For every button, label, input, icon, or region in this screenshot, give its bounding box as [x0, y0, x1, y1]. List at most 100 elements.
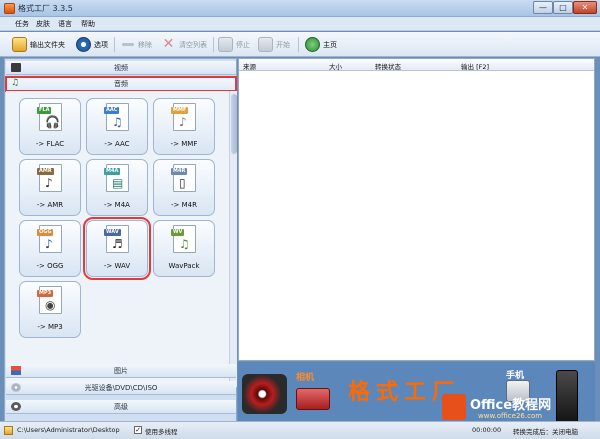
doc-icon: AMR ♪: [37, 164, 62, 192]
format-label: -> MMF: [170, 140, 198, 148]
disc-icon: [11, 383, 21, 392]
format-tag: WV: [171, 229, 185, 236]
format-amr-button[interactable]: AMR ♪ -> AMR: [19, 159, 81, 216]
clear-list-button[interactable]: ✕ 清空列表: [161, 35, 207, 54]
folder-icon: [12, 37, 27, 52]
menu-task[interactable]: 任务: [15, 19, 29, 29]
player-icon: ▤: [112, 176, 124, 190]
options-button[interactable]: 选项: [76, 35, 108, 54]
column-output[interactable]: 输出 [F2]: [461, 61, 489, 71]
category-panel: 视频 ♫ 音频 FLA 🎧 -> FLAC AAC ♫ -> AAC MMF ♪ ->…: [4, 58, 237, 432]
doc-icon: MMF ♪: [171, 103, 196, 131]
task-list-header: 来源 大小 转换状态 输出 [F2]: [239, 59, 594, 71]
output-folder-button[interactable]: 输出文件夹: [12, 35, 65, 54]
scrollbar-thumb[interactable]: [231, 94, 237, 154]
menu-skin[interactable]: 皮肤: [36, 19, 50, 29]
doc-icon: WAV ♬: [104, 225, 129, 253]
format-wav-button[interactable]: WAV ♬ -> WAV: [83, 217, 151, 280]
music-note-icon: ♪: [45, 237, 53, 251]
format-aac-button[interactable]: AAC ♫ -> AAC: [86, 98, 148, 155]
category-video-label: 视频: [114, 63, 128, 72]
format-tag: MMF: [171, 107, 189, 114]
start-label: 开始: [276, 40, 290, 49]
format-m4a-button[interactable]: M4A ▤ -> M4A: [86, 159, 148, 216]
camcorder-icon: [242, 374, 287, 414]
column-status[interactable]: 转换状态: [375, 61, 401, 71]
stop-icon: [218, 37, 233, 52]
minimize-button[interactable]: —: [533, 1, 553, 14]
music-note-icon: ♪: [179, 115, 187, 129]
menu-bar: 任务 皮肤 语言 帮助: [0, 17, 600, 31]
format-tag: AMR: [37, 168, 54, 175]
category-disc[interactable]: 光驱设备\DVD\CD\ISO: [6, 381, 236, 395]
close-button[interactable]: ✕: [573, 1, 597, 14]
format-tag: MP3: [37, 290, 54, 297]
doc-icon: MP3 ◉: [37, 286, 62, 314]
music-note-icon: ♫: [179, 237, 190, 251]
after-conversion-label[interactable]: 转换完成后：关闭电脑: [513, 426, 578, 436]
category-audio[interactable]: ♫ 音频: [5, 76, 237, 92]
category-audio-label: 音频: [114, 79, 128, 88]
stop-button[interactable]: 停止: [218, 35, 250, 54]
format-flac-button[interactable]: FLA 🎧 -> FLAC: [19, 98, 81, 155]
format-label: -> FLAC: [35, 140, 65, 148]
video-film-icon: [11, 63, 21, 72]
format-label: -> AAC: [104, 140, 130, 148]
category-video[interactable]: 视频: [6, 61, 236, 75]
format-label: -> M4A: [104, 201, 130, 209]
home-button[interactable]: 主页: [305, 35, 337, 54]
music-note-icon: ♫: [112, 115, 123, 129]
folder-icon: [4, 426, 13, 435]
maximize-button[interactable]: □: [553, 1, 573, 14]
start-button[interactable]: 开始: [258, 35, 290, 54]
column-size[interactable]: 大小: [329, 61, 342, 71]
category-advanced-label: 高级: [114, 402, 128, 411]
headphones-icon: 🎧: [45, 115, 60, 129]
advanced-gear-icon: [11, 402, 21, 411]
music-note-icon: ♬: [112, 237, 123, 251]
title-bar[interactable]: 格式工厂 3.3.5 — □ ✕: [0, 0, 600, 17]
clear-x-icon: ✕: [162, 36, 175, 52]
remove-button[interactable]: 移除: [121, 35, 152, 54]
vertical-scrollbar[interactable]: [229, 91, 237, 387]
task-list[interactable]: 来源 大小 转换状态 输出 [F2]: [238, 58, 595, 361]
phone-icon: ▯: [179, 176, 186, 190]
stop-label: 停止: [236, 40, 250, 49]
doc-icon: M4A ▤: [104, 164, 129, 192]
menu-language[interactable]: 语言: [58, 19, 72, 29]
category-picture[interactable]: 图片: [6, 364, 236, 378]
toolbar-separator: [298, 37, 299, 52]
format-label: -> WAV: [103, 262, 131, 270]
column-source[interactable]: 来源: [243, 61, 256, 71]
doc-icon: WV ♫: [171, 225, 196, 253]
format-wavpack-button[interactable]: WV ♫ WavPack: [153, 220, 215, 277]
music-note-icon: ♪: [45, 176, 53, 190]
banner-camera-label: 相机: [296, 373, 315, 383]
output-path[interactable]: C:\Users\Administrator\Desktop: [17, 426, 120, 434]
status-bar: C:\Users\Administrator\Desktop ✓ 使用多线程 0…: [0, 421, 600, 439]
format-ogg-button[interactable]: OGG ♪ -> OGG: [19, 220, 81, 277]
doc-icon: OGG ♪: [37, 225, 62, 253]
format-label: -> M4R: [171, 201, 197, 209]
format-tag: AAC: [104, 107, 120, 114]
menu-help[interactable]: 帮助: [81, 19, 95, 29]
audio-note-icon: ♫: [11, 78, 20, 88]
category-advanced[interactable]: 高级: [6, 400, 236, 414]
format-m4r-button[interactable]: M4R ▯ -> M4R: [153, 159, 215, 216]
home-label: 主页: [323, 40, 337, 49]
format-mp3-button[interactable]: MP3 ◉ -> MP3: [19, 281, 81, 338]
format-mmf-button[interactable]: MMF ♪ -> MMF: [153, 98, 215, 155]
format-label: -> AMR: [36, 201, 64, 209]
format-label: -> MP3: [37, 323, 63, 331]
format-tag: OGG: [37, 229, 54, 236]
format-label: WavPack: [168, 262, 200, 270]
smartphone-icon: [556, 370, 578, 426]
minus-icon: [122, 43, 134, 46]
output-folder-label: 输出文件夹: [30, 40, 65, 49]
format-tag: M4A: [104, 168, 121, 175]
format-tag: WAV: [104, 229, 121, 236]
multithread-checkbox[interactable]: ✓: [134, 426, 142, 434]
options-label: 选项: [94, 40, 108, 49]
multithread-label: 使用多线程: [145, 428, 178, 436]
toolbar-separator: [114, 37, 115, 52]
